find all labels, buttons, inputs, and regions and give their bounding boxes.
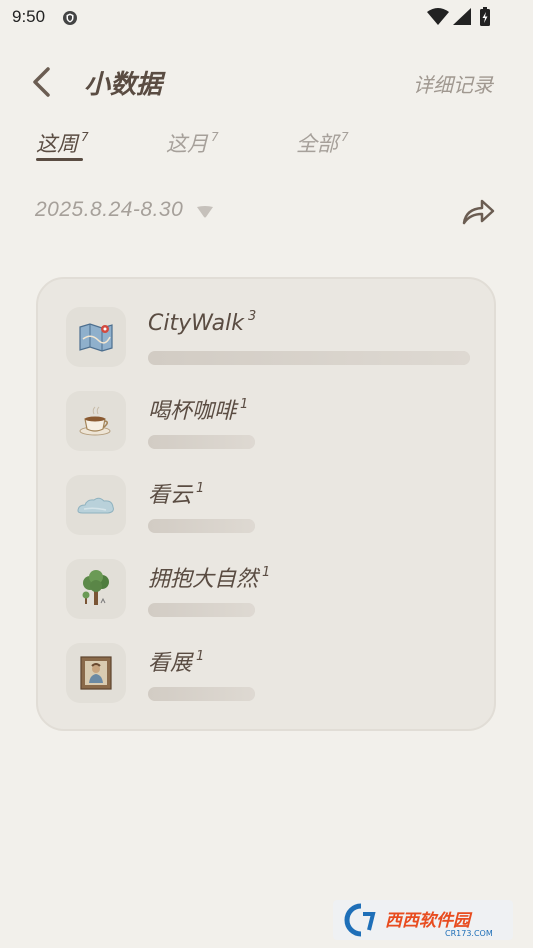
list-item[interactable]: 拥抱大自然 1	[38, 559, 498, 643]
shield-icon	[63, 11, 77, 25]
tab-count: 7	[341, 130, 349, 144]
tab-all[interactable]: 全部 7	[296, 128, 349, 158]
map-icon	[79, 323, 113, 352]
list-item[interactable]: CityWalk 3	[38, 307, 498, 391]
active-tab-indicator	[36, 158, 83, 161]
list-item[interactable]: 喝杯咖啡 1	[38, 391, 498, 475]
progress-bar-fill	[148, 687, 255, 701]
tab-label: 全部	[296, 132, 338, 156]
item-label: CityWalk 3	[148, 309, 256, 336]
signal-icon	[453, 8, 471, 25]
watermark-text: 西西软件园	[385, 911, 473, 931]
tab-label: 这周	[36, 132, 78, 156]
item-count: 1	[240, 397, 249, 412]
tab-this-month[interactable]: 这月 7	[166, 128, 219, 158]
item-count: 1	[262, 565, 271, 580]
item-icon-box	[66, 559, 126, 619]
progress-bar-fill	[148, 603, 255, 617]
item-name: 看云	[148, 483, 193, 508]
item-count: 3	[248, 309, 257, 324]
status-time: 9:50	[12, 7, 46, 26]
progress-bar-fill	[148, 519, 255, 533]
status-bar: 9:50	[0, 0, 533, 36]
page-title: 小数据	[84, 70, 163, 100]
progress-bar-fill	[148, 435, 255, 449]
progress-bar	[148, 435, 255, 449]
item-icon-box	[66, 307, 126, 367]
item-name: 拥抱大自然	[148, 567, 259, 592]
progress-bar	[148, 603, 255, 617]
cloud-icon	[77, 497, 114, 514]
list-item[interactable]: 看云 1	[38, 475, 498, 559]
item-label: 看展 1	[148, 645, 204, 677]
item-name: CityWalk	[148, 311, 245, 336]
tab-count: 7	[211, 130, 219, 144]
tab-this-week[interactable]: 这周 7	[36, 128, 89, 158]
item-label: 拥抱大自然 1	[148, 561, 270, 593]
detail-records-link[interactable]: 详细记录	[413, 69, 493, 98]
date-row: 2025.8.24-8.30	[0, 195, 533, 235]
item-label: 看云 1	[148, 477, 204, 509]
wifi-icon	[427, 8, 449, 25]
progress-bar	[148, 687, 255, 701]
list-item[interactable]: 看展 1	[38, 643, 498, 727]
tab-label: 这月	[166, 132, 208, 156]
framed-picture-icon	[80, 656, 112, 690]
watermark-subtext: CR173.COM	[445, 929, 493, 938]
watermark-logo: 西西软件园 CR173.COM	[333, 900, 513, 940]
share-icon[interactable]	[460, 195, 496, 227]
activity-stats-card: CityWalk 3 喝杯咖啡 1 看云 1 拥抱大自然 1 看展 1	[36, 277, 496, 731]
progress-bar	[148, 519, 255, 533]
tab-count: 7	[81, 130, 89, 144]
item-icon-box	[66, 475, 126, 535]
coffee-icon	[79, 406, 111, 436]
item-count: 1	[196, 649, 205, 664]
date-range[interactable]: 2025.8.24-8.30	[35, 198, 183, 222]
period-tabs: 这周 7 这月 7 全部 7	[0, 128, 533, 172]
system-icons	[427, 7, 490, 26]
item-icon-box	[66, 643, 126, 703]
dropdown-triangle-icon[interactable]	[196, 205, 214, 219]
back-arrow-icon[interactable]	[28, 64, 58, 100]
item-label: 喝杯咖啡 1	[148, 393, 248, 425]
item-icon-box	[66, 391, 126, 451]
item-count: 1	[196, 481, 205, 496]
item-name: 看展	[148, 651, 193, 676]
tree-icon	[82, 570, 109, 605]
item-name: 喝杯咖啡	[148, 399, 237, 424]
progress-bar-fill	[148, 351, 470, 365]
header: 小数据 详细记录	[0, 56, 533, 112]
progress-bar	[148, 351, 470, 365]
